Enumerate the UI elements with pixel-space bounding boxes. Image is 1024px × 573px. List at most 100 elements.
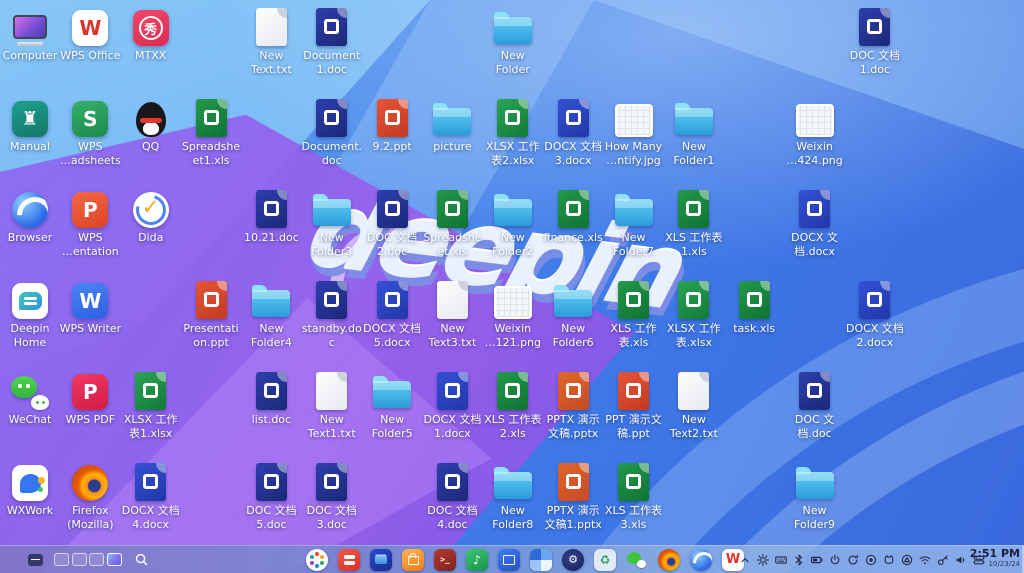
dock-wechat-icon[interactable] (626, 549, 648, 571)
desktop-icon-presentation-ppt[interactable]: Presentati on.ppt (181, 279, 241, 350)
desktop-icon-doc-wendang-3-doc[interactable]: DOC 文档 3.doc (302, 461, 362, 532)
screen-record-icon[interactable] (864, 551, 878, 569)
icon-label: Document. doc (301, 140, 362, 167)
desktop-icon-new-folder2[interactable]: New Folder2 (483, 188, 543, 259)
desktop-icon-pptx-yanshiwengao-pptx[interactable]: PPTX 演示 文稿.pptx (543, 370, 603, 441)
desktop-icon-mtxx[interactable]: 秀 MTXX (121, 6, 181, 63)
dock-movie-icon[interactable] (498, 548, 520, 571)
desktop-icon-ppt-yanshiwengao-ppt[interactable]: PPT 演示文 稿.ppt (604, 370, 664, 441)
power-icon[interactable] (828, 551, 842, 569)
assistant-icon[interactable] (900, 551, 914, 569)
desktop-icon-new-text2-txt[interactable]: New Text2.txt (664, 370, 724, 441)
desktop-icon-finance-xls[interactable]: finance.xls (543, 188, 603, 245)
input-method-icon[interactable] (882, 551, 896, 569)
desktop-icon-weixin-121-png[interactable]: Weixin …121.png (483, 279, 543, 350)
desktop-icon-doc-wendang-2-doc[interactable]: DOC 文档 2.doc (362, 188, 422, 259)
desktop-icon-picture[interactable]: picture (422, 97, 482, 154)
dock-firefox-icon[interactable] (658, 548, 680, 571)
desktop-icon-qq[interactable]: QQ (121, 97, 181, 154)
desktop-icon-spreadsheet-xls[interactable]: Spreadshe et.xls (422, 188, 482, 259)
desktop-icon-new-text1-txt[interactable]: New Text1.txt (302, 370, 362, 441)
desktop-icon-computer[interactable]: Computer (0, 6, 60, 63)
desktop-icon-xls-gongzuobiao-1-xls[interactable]: XLS 工作表 1.xls (664, 188, 724, 259)
desktop-icon-new-folder6[interactable]: New Folder6 (543, 279, 603, 350)
desktop-icon-new-folder[interactable]: New Folder (483, 6, 543, 77)
desktop-icon-new-folder4[interactable]: New Folder4 (241, 279, 301, 350)
desktop-icon-new-text3-txt[interactable]: New Text3.txt (422, 279, 482, 350)
desktop-icon-xlsx-gongzuobiao-1-xlsx[interactable]: XLSX 工作 表1.xlsx (121, 370, 181, 441)
desktop-icon-docx-wendang-3-docx[interactable]: DOCX 文档 3.docx (543, 97, 603, 168)
desktop-icon-wps-presentation[interactable]: P WPS …entation (60, 188, 120, 259)
desktop-icon-list-doc[interactable]: list.doc (241, 370, 301, 427)
desktop-icon-new-folder9[interactable]: New Folder9 (785, 461, 845, 532)
desktop-icon-wxwork[interactable]: WXWork (0, 461, 60, 518)
desktop-icon-new-folder3[interactable]: New Folder3 (302, 188, 362, 259)
desktop-icon-doc-wendang-doc[interactable]: DOC 文档.doc (785, 370, 845, 441)
volume-icon[interactable] (954, 551, 968, 569)
desktop-icon-pptx-yanshiwengao-1-pptx[interactable]: PPTX 演示 文稿1.pptx (543, 461, 603, 532)
desktop-icon-task-xls[interactable]: task.xls (724, 279, 784, 336)
desktop-icon-doc-wendang-4-doc[interactable]: DOC 文档 4.doc (422, 461, 482, 532)
desktop-icon-manual[interactable]: ♜ Manual (0, 97, 60, 154)
dock-app-store-icon[interactable] (402, 548, 424, 571)
dock-music-icon[interactable]: ♪ (466, 548, 488, 571)
desktop-icon-wechat[interactable]: WeChat (0, 370, 60, 427)
desktop-icon-docx-wendang-5-docx[interactable]: DOCX 文档 5.docx (362, 279, 422, 350)
desktop-icon-xlsx-gongzuobiao-xlsx[interactable]: XLSX 工作 表.xlsx (664, 279, 724, 350)
brightness-icon[interactable] (756, 551, 770, 569)
desktop-icon-docx-wendang-1-docx[interactable]: DOCX 文档 1.docx (422, 370, 482, 441)
desktop-icon-weixin-424-png[interactable]: Weixin …424.png (785, 97, 845, 168)
desktop-icon-docx-wendang-4-docx[interactable]: DOCX 文档 4.docx (121, 461, 181, 532)
desktop-icon-docx-wendang-docx[interactable]: DOCX 文档.docx (785, 188, 845, 259)
dock-terminal-icon[interactable]: >_ (434, 548, 456, 571)
desktop-icon-firefox[interactable]: Firefox (Mozilla) (60, 461, 120, 532)
desktop-icon-new-folder7[interactable]: New Folder7 (604, 188, 664, 259)
workspace-2[interactable] (71, 553, 87, 566)
dock-control-center-icon[interactable]: ⚙ (562, 548, 584, 571)
battery-icon[interactable] (810, 551, 824, 569)
dock-file-manager-icon[interactable] (370, 548, 392, 571)
desktop-icon-dida[interactable]: Dida (121, 188, 181, 245)
desktop-icon-deepin-home[interactable]: Deepin Home (0, 279, 60, 350)
bluetooth-icon[interactable] (792, 551, 806, 569)
dock-apps-icon[interactable] (338, 548, 360, 571)
desktop-icon-new-folder1[interactable]: New Folder1 (664, 97, 724, 168)
expand-icon[interactable] (738, 551, 752, 569)
update-icon[interactable] (846, 551, 860, 569)
dock-trash-icon[interactable]: ♻ (594, 548, 616, 571)
desktop-icon-new-folder8[interactable]: New Folder8 (483, 461, 543, 532)
desktop-icon-new-text-txt[interactable]: New Text.txt (241, 6, 301, 77)
desktop-icon-standby-doc[interactable]: standby.do c (302, 279, 362, 350)
desktop-icon-xlsx-gongzuobiao-2-xlsx[interactable]: XLSX 工作 表2.xlsx (483, 97, 543, 168)
workspace-3[interactable] (89, 553, 104, 566)
desktop-icon-browser[interactable]: Browser (0, 188, 60, 245)
desktop-icon-docx-wendang-2-docx[interactable]: DOCX 文档 2.docx (845, 279, 905, 350)
clock[interactable]: 2:51 PM 10/23/24 (970, 548, 1020, 568)
desktop-icon-xls-gongzuobiao-xls[interactable]: XLS 工作 表.xls (604, 279, 664, 350)
desktop-icon-how-many-jpg[interactable]: How Many …ntify.jpg (604, 97, 664, 168)
desktop-icon-9-2-ppt[interactable]: 9.2.ppt (362, 97, 422, 154)
desktop-icon-xls-gongzuobiao-3-xls[interactable]: XLS 工作表 3.xls (604, 461, 664, 532)
dock-browser-icon[interactable] (690, 548, 712, 571)
desktop-icon-wps-pdf[interactable]: P WPS PDF (60, 370, 120, 427)
desktop-icon-document-doc[interactable]: Document. doc (302, 97, 362, 168)
desktop-icon-doc-wendang-5-doc[interactable]: DOC 文档 5.doc (241, 461, 301, 532)
desktop-icon-wps-office[interactable]: W WPS Office (60, 6, 120, 63)
desktop-icon-xls-gongzuobiao-2-xls[interactable]: XLS 工作表 2.xls (483, 370, 543, 441)
desktop-icon-doc-wendang-1-doc[interactable]: DOC 文档 1.doc (845, 6, 905, 77)
dock-launcher-icon[interactable] (306, 548, 328, 571)
desktop-icon-wps-spreadsheets[interactable]: S WPS …adsheets (60, 97, 121, 168)
keyboard-icon[interactable] (774, 551, 788, 569)
dock-calculator-icon[interactable] (530, 548, 552, 571)
workspace-4[interactable] (106, 553, 122, 566)
workspace-1[interactable] (54, 553, 69, 566)
search-icon[interactable] (134, 552, 149, 567)
desktop-icon-document-1-doc[interactable]: Document 1.doc (302, 6, 362, 77)
desktop-icon-spreadsheet1-xls[interactable]: Spreadshe et1.xls (181, 97, 241, 168)
multitasking-view-button[interactable] (28, 553, 43, 566)
desktop-icon-10-21-doc[interactable]: 10.21.doc (241, 188, 301, 245)
desktop-icon-new-folder5[interactable]: New Folder5 (362, 370, 422, 441)
wifi-icon[interactable] (918, 551, 932, 569)
desktop-icon-wps-writer[interactable]: W WPS Writer (60, 279, 121, 336)
key-icon[interactable] (936, 551, 950, 569)
